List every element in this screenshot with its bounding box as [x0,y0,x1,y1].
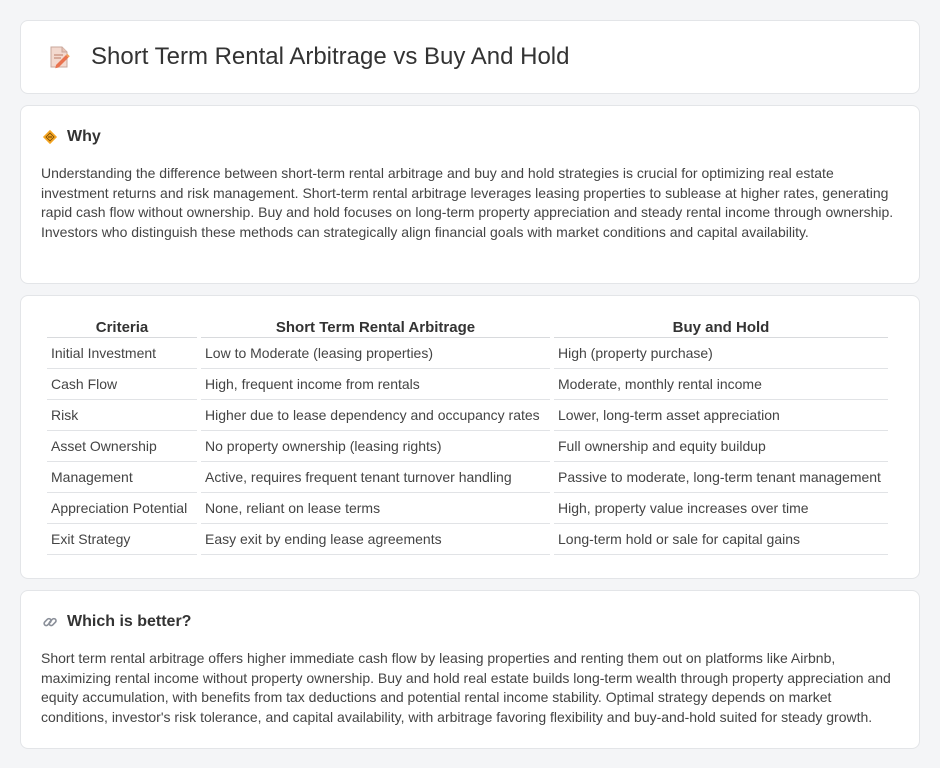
why-section: Why Understanding the difference between… [20,105,920,284]
table-cell-arbitrage: Low to Moderate (leasing properties) [201,338,550,369]
table-cell-criteria: Initial Investment [47,338,197,369]
table-row: Management Active, requires frequent ten… [47,462,888,493]
table-cell-criteria: Risk [47,400,197,431]
table-cell-arbitrage: No property ownership (leasing rights) [201,431,550,462]
table-cell-buy-hold: High, property value increases over time [554,493,888,524]
comparison-table: Criteria Short Term Rental Arbitrage Buy… [43,318,892,555]
column-header-arbitrage: Short Term Rental Arbitrage [201,318,550,338]
table-row: Cash Flow High, frequent income from ren… [47,369,888,400]
table-cell-arbitrage: Active, requires frequent tenant turnove… [201,462,550,493]
table-cell-buy-hold: Long-term hold or sale for capital gains [554,524,888,555]
why-heading: Why [67,128,101,145]
why-header: Why [41,128,899,146]
table-row: Risk Higher due to lease dependency and … [47,400,888,431]
link-icon [41,613,59,631]
comparison-card: Criteria Short Term Rental Arbitrage Buy… [20,295,920,579]
table-cell-criteria: Management [47,462,197,493]
column-header-buy-hold: Buy and Hold [554,318,888,338]
table-row: Appreciation Potential None, reliant on … [47,493,888,524]
table-cell-arbitrage: Easy exit by ending lease agreements [201,524,550,555]
table-cell-criteria: Appreciation Potential [47,493,197,524]
which-better-header: Which is better? [41,613,899,631]
title-card: Short Term Rental Arbitrage vs Buy And H… [20,20,920,94]
table-cell-criteria: Asset Ownership [47,431,197,462]
table-row: Exit Strategy Easy exit by ending lease … [47,524,888,555]
which-better-heading: Which is better? [67,613,192,630]
table-row: Initial Investment Low to Moderate (leas… [47,338,888,369]
table-cell-buy-hold: High (property purchase) [554,338,888,369]
table-cell-buy-hold: Full ownership and equity buildup [554,431,888,462]
column-header-criteria: Criteria [47,318,197,338]
page-title: Short Term Rental Arbitrage vs Buy And H… [91,43,570,70]
table-cell-buy-hold: Passive to moderate, long-term tenant ma… [554,462,888,493]
table-cell-criteria: Exit Strategy [47,524,197,555]
diamond-sign-icon [41,128,59,146]
table-cell-criteria: Cash Flow [47,369,197,400]
table-cell-arbitrage: None, reliant on lease terms [201,493,550,524]
which-better-text: Short term rental arbitrage offers highe… [41,650,891,725]
table-header-row: Criteria Short Term Rental Arbitrage Buy… [47,318,888,338]
table-cell-buy-hold: Lower, long-term asset appreciation [554,400,888,431]
table-row: Asset Ownership No property ownership (l… [47,431,888,462]
which-better-section: Which is better? Short term rental arbit… [20,590,920,749]
table-cell-arbitrage: High, frequent income from rentals [201,369,550,400]
table-cell-buy-hold: Moderate, monthly rental income [554,369,888,400]
why-text: Understanding the difference between sho… [41,165,894,240]
document-edit-icon [45,43,73,71]
table-cell-arbitrage: Higher due to lease dependency and occup… [201,400,550,431]
